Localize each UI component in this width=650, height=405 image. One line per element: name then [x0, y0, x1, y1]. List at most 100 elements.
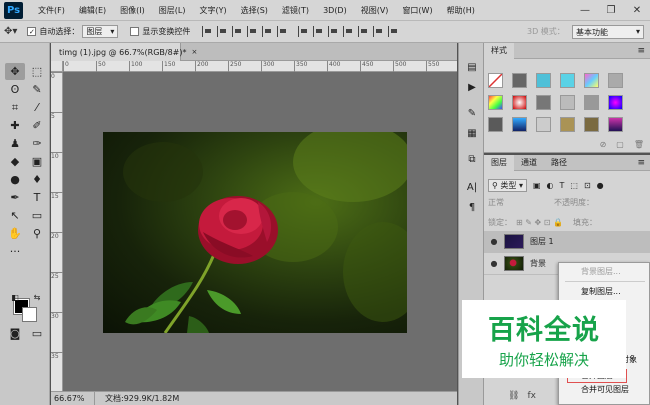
actions-panel-icon[interactable]: ▶	[464, 79, 480, 95]
menu-window[interactable]: 窗口(W)	[395, 5, 439, 16]
ctx-item[interactable]: 背景图层...	[559, 265, 649, 279]
panel-menu-icon[interactable]: ≡	[637, 46, 645, 56]
brush-panel-icon[interactable]: ✎	[464, 105, 480, 121]
auto-align-icon[interactable]	[388, 26, 399, 37]
panel-menu-icon[interactable]: ≡	[637, 158, 645, 168]
style-swatch[interactable]	[536, 73, 551, 88]
style-swatch[interactable]	[608, 95, 623, 110]
quick-select-tool-icon[interactable]: ✎	[27, 81, 47, 98]
style-swatch[interactable]	[536, 95, 551, 110]
auto-select-dropdown[interactable]: 图层 ▾	[82, 25, 119, 38]
dodge-tool-icon[interactable]: ♦	[27, 171, 47, 188]
distribute-bottom-icon[interactable]	[328, 26, 339, 37]
document-tab[interactable]: timg (1).jpg @ 66.7%(RGB/8#) * ×	[51, 43, 197, 61]
blend-mode-dropdown[interactable]: 正常	[488, 197, 554, 211]
tab-layers[interactable]: 图层	[484, 154, 514, 171]
align-hcenter-icon[interactable]	[262, 26, 273, 37]
delete-style-icon[interactable]: 🗑	[634, 140, 644, 149]
menu-select[interactable]: 选择(S)	[234, 5, 275, 16]
eraser-tool-icon[interactable]: ◆	[5, 153, 25, 170]
menu-3d[interactable]: 3D(D)	[316, 6, 354, 15]
background-color-swatch[interactable]	[22, 307, 37, 322]
tab-styles[interactable]: 样式	[484, 42, 514, 59]
menu-type[interactable]: 文字(Y)	[192, 5, 233, 16]
style-swatch[interactable]	[608, 117, 623, 132]
gradient-tool-icon[interactable]: ▣	[27, 153, 47, 170]
image-filter-icon[interactable]: ▣	[533, 181, 541, 190]
history-brush-icon[interactable]: ✑	[27, 135, 47, 152]
style-swatch[interactable]	[488, 117, 503, 132]
style-swatch[interactable]	[560, 117, 575, 132]
style-swatch[interactable]	[512, 117, 527, 132]
eyedropper-tool-icon[interactable]: ⁄	[27, 99, 47, 116]
visibility-eye-icon[interactable]: ●	[484, 237, 504, 246]
clear-style-icon[interactable]: ⊘	[600, 140, 607, 149]
default-colors-icon[interactable]: ◧	[5, 289, 25, 306]
lasso-tool-icon[interactable]: ʘ	[5, 81, 25, 98]
restore-button[interactable]: ❐	[598, 0, 624, 21]
screen-mode-icon[interactable]: ▭	[27, 325, 47, 342]
ctx-item[interactable]: 合并可见图层	[559, 383, 649, 397]
style-swatch[interactable]	[584, 73, 599, 88]
workspace-dropdown[interactable]: 基本功能 ▾	[572, 25, 644, 39]
marquee-tool-icon[interactable]: ⬚	[27, 63, 47, 80]
move-tool-icon[interactable]: ✥	[5, 63, 25, 80]
pen-tool-icon[interactable]: ✒	[5, 189, 25, 206]
paragraph-panel-icon[interactable]: ¶	[464, 199, 480, 215]
close-button[interactable]: ✕	[624, 0, 650, 21]
menu-image[interactable]: 图像(I)	[113, 5, 152, 16]
crop-tool-icon[interactable]: ⌗	[5, 99, 25, 116]
distribute-left-icon[interactable]	[343, 26, 354, 37]
brush-presets-icon[interactable]: ▦	[464, 125, 480, 141]
distribute-top-icon[interactable]	[298, 26, 309, 37]
menu-edit[interactable]: 编辑(E)	[72, 5, 113, 16]
style-swatch[interactable]	[560, 73, 575, 88]
distribute-hcenter-icon[interactable]	[358, 26, 369, 37]
align-bottom-icon[interactable]	[232, 26, 243, 37]
style-swatch[interactable]	[512, 95, 527, 110]
filter-kind-dropdown[interactable]: ⚲ 类型 ▾	[488, 178, 527, 192]
distribute-vcenter-icon[interactable]	[313, 26, 324, 37]
tab-paths[interactable]: 路径	[544, 155, 574, 171]
swap-colors-icon[interactable]: ⇆	[27, 289, 47, 306]
hand-tool-icon[interactable]: ✋	[5, 225, 25, 242]
fx-icon[interactable]: fx	[527, 391, 536, 401]
history-panel-icon[interactable]: ▤	[464, 59, 480, 75]
tab-channels[interactable]: 通道	[514, 155, 544, 171]
blur-tool-icon[interactable]: ●	[5, 171, 25, 188]
style-swatch[interactable]	[536, 117, 551, 132]
filter-toggle-icon[interactable]: ●	[597, 181, 604, 190]
zoom-tool-icon[interactable]: ⚲	[27, 225, 47, 242]
menu-view[interactable]: 视图(V)	[354, 5, 396, 16]
style-swatch[interactable]	[584, 95, 599, 110]
auto-select-checkbox[interactable]: ✓	[27, 27, 37, 36]
style-swatch[interactable]	[488, 73, 503, 88]
rectangle-tool-icon[interactable]: ▭	[27, 207, 47, 224]
horizontal-ruler[interactable]: 0 50 100 150 200 250 300 350 400 450 500 550	[63, 61, 457, 72]
layer-row-layer1[interactable]: ● 图层 1	[484, 231, 650, 253]
canvas-area[interactable]	[63, 72, 457, 391]
style-swatch[interactable]	[512, 73, 527, 88]
align-right-icon[interactable]	[277, 26, 288, 37]
style-swatch[interactable]	[608, 73, 623, 88]
clone-stamp-icon[interactable]: ♟	[5, 135, 25, 152]
visibility-eye-icon[interactable]: ●	[484, 259, 504, 268]
menu-help[interactable]: 帮助(H)	[440, 5, 482, 16]
distribute-right-icon[interactable]	[373, 26, 384, 37]
minimize-button[interactable]: —	[572, 0, 598, 21]
link-layers-icon[interactable]: ⛓	[508, 391, 519, 401]
lock-icons[interactable]: ⊞ ✎ ✥ ⊡ 🔒	[516, 218, 563, 227]
edit-toolbar-icon[interactable]: ···	[5, 243, 25, 260]
character-panel-icon[interactable]: A|	[464, 179, 480, 195]
align-left-icon[interactable]	[247, 26, 258, 37]
new-style-icon[interactable]: ▢	[616, 140, 624, 149]
menu-filter[interactable]: 滤镜(T)	[275, 5, 316, 16]
ctx-item[interactable]: 复制图层...	[559, 285, 649, 299]
adjustment-filter-icon[interactable]: ◐	[547, 181, 554, 190]
quick-mask-icon[interactable]: ◙	[5, 325, 25, 342]
close-icon[interactable]: ×	[192, 48, 198, 56]
rose-photo[interactable]	[103, 132, 407, 333]
align-top-icon[interactable]	[202, 26, 213, 37]
type-tool-icon[interactable]: T	[27, 189, 47, 206]
vertical-ruler[interactable]: 0 5 10 15 20 25 30 35	[51, 72, 63, 391]
